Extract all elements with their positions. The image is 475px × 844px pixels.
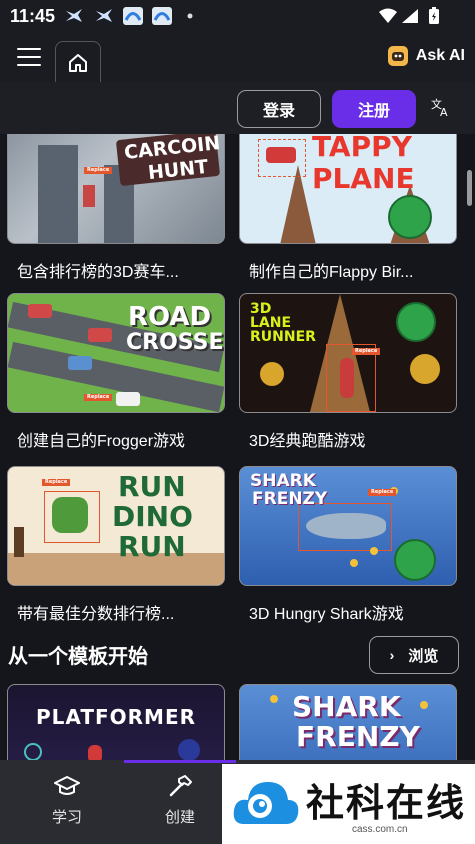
cloud-logo-icon xyxy=(230,774,302,839)
game-thumbnail[interactable]: 3D LANE RUNNER Replace xyxy=(239,293,457,413)
game-title: 创建自己的Frogger游戏 xyxy=(17,433,186,450)
wifi-icon xyxy=(378,7,398,25)
thumb-title: RUNNER xyxy=(250,329,316,345)
browse-label: 浏览 xyxy=(408,647,439,665)
replace-tag: Replace xyxy=(352,348,381,355)
thumb-title: FRENZY xyxy=(296,720,420,753)
game-thumbnail[interactable]: ROAD CROSSER Replace xyxy=(7,293,225,413)
hammer-icon xyxy=(167,774,193,802)
browse-button[interactable]: › 浏览 xyxy=(369,636,459,674)
game-card[interactable]: 3D LANE RUNNER Replace 3D经典跑酷游戏 xyxy=(239,293,457,451)
watermark-text: 社科在线 xyxy=(306,783,467,825)
home-icon xyxy=(67,52,89,79)
home-tab[interactable] xyxy=(55,41,101,84)
bird-app-icon xyxy=(64,7,84,25)
game-title: 制作自己的Flappy Bir... xyxy=(249,264,414,281)
template-card[interactable]: PLATFORMER xyxy=(7,684,225,760)
scrollbar[interactable] xyxy=(467,170,472,206)
ask-ai-button[interactable]: Ask AI xyxy=(387,46,465,66)
customization-badge-icon xyxy=(394,539,436,581)
game-card[interactable]: ROAD CROSSER Replace 创建自己的Frogger游戏 xyxy=(7,293,225,451)
thumb-title: PLATFORMER xyxy=(36,705,196,729)
replace-tag: Replace xyxy=(84,167,113,174)
wave-app-icon xyxy=(152,7,172,25)
active-tab-indicator xyxy=(124,760,236,763)
thumb-title: ROAD xyxy=(128,302,212,332)
thumb-title: RUN xyxy=(118,470,186,503)
game-grid: CARCOIN HUNT Replace 包含排行榜的3D赛车... TAPPY… xyxy=(0,134,475,760)
game-title: 3D Hungry Shark游戏 xyxy=(249,606,404,623)
thumb-title: TAPPY xyxy=(312,134,412,163)
watermark-url: cass.com.cn xyxy=(352,824,408,835)
game-card[interactable]: CARCOIN HUNT Replace 包含排行榜的3D赛车... xyxy=(7,134,225,282)
game-thumbnail[interactable]: CARCOIN HUNT Replace xyxy=(7,134,225,244)
thumb-title: LANE xyxy=(250,315,292,331)
nav-label: 创建 xyxy=(164,809,195,826)
game-card[interactable]: TAPPY PLANE 制作自己的Flappy Bir... xyxy=(239,134,457,282)
thumb-title: SHARK xyxy=(250,471,316,491)
ai-face-icon xyxy=(387,46,408,66)
signal-icon xyxy=(400,7,420,25)
battery-icon xyxy=(424,7,444,25)
nav-item-learn[interactable]: 学习 xyxy=(27,774,107,827)
hamburger-menu-icon[interactable] xyxy=(17,48,41,66)
game-card[interactable]: SHARK FRENZY Replace 3D Hungry Shark游戏 xyxy=(239,466,457,624)
template-card[interactable]: SHARK FRENZY xyxy=(239,684,457,760)
auth-bar: 登录 注册 文A xyxy=(0,82,475,134)
customization-badge-icon xyxy=(396,302,436,342)
ask-ai-label: Ask AI xyxy=(415,47,465,64)
template-thumbnail[interactable]: SHARK FRENZY xyxy=(239,684,457,760)
thumb-title: 3D xyxy=(250,301,272,317)
game-title: 3D经典跑酷游戏 xyxy=(249,433,366,450)
thumb-title: CROSSER xyxy=(126,330,224,355)
status-time: 11:45 xyxy=(10,6,56,26)
chevron-right-icon: › xyxy=(389,647,395,663)
thumb-title: FRENZY xyxy=(252,489,328,509)
template-thumbnail[interactable]: PLATFORMER xyxy=(7,684,225,760)
game-thumbnail[interactable]: SHARK FRENZY Replace xyxy=(239,466,457,586)
app-bar: Ask AI xyxy=(0,32,475,84)
svg-text:A: A xyxy=(440,106,448,118)
login-button[interactable]: 登录 xyxy=(237,90,321,128)
status-bar: 11:45 xyxy=(0,0,475,32)
customization-badge-icon xyxy=(388,195,432,239)
game-thumbnail[interactable]: RUN DINO RUN Replace xyxy=(7,466,225,586)
game-thumbnail[interactable]: TAPPY PLANE xyxy=(239,134,457,244)
nav-label: 学习 xyxy=(51,809,82,826)
register-button[interactable]: 注册 xyxy=(332,90,416,128)
game-title: 带有最佳分数排行榜... xyxy=(17,606,175,623)
dot-icon xyxy=(184,7,204,25)
templates-section-title: 从一个模板开始 xyxy=(8,646,148,668)
wave-app-icon xyxy=(123,7,143,25)
game-card[interactable]: RUN DINO RUN Replace 带有最佳分数排行榜... xyxy=(7,466,225,624)
translate-icon[interactable]: 文A xyxy=(430,96,452,119)
thumb-title: PLANE xyxy=(312,162,415,195)
graduation-cap-icon xyxy=(54,774,80,802)
replace-tag: Replace xyxy=(84,394,113,401)
watermark: 社科在线 cass.com.cn xyxy=(222,764,475,844)
thumb-title: RUN xyxy=(118,530,186,563)
thumb-title: DINO xyxy=(112,500,193,533)
replace-tag: Replace xyxy=(42,479,71,486)
thumb-title: SHARK xyxy=(292,690,401,723)
game-title: 包含排行榜的3D赛车... xyxy=(17,264,179,281)
replace-tag: Replace xyxy=(368,489,397,496)
nav-item-create[interactable]: 创建 xyxy=(140,774,220,827)
bird-app-icon xyxy=(94,7,114,25)
